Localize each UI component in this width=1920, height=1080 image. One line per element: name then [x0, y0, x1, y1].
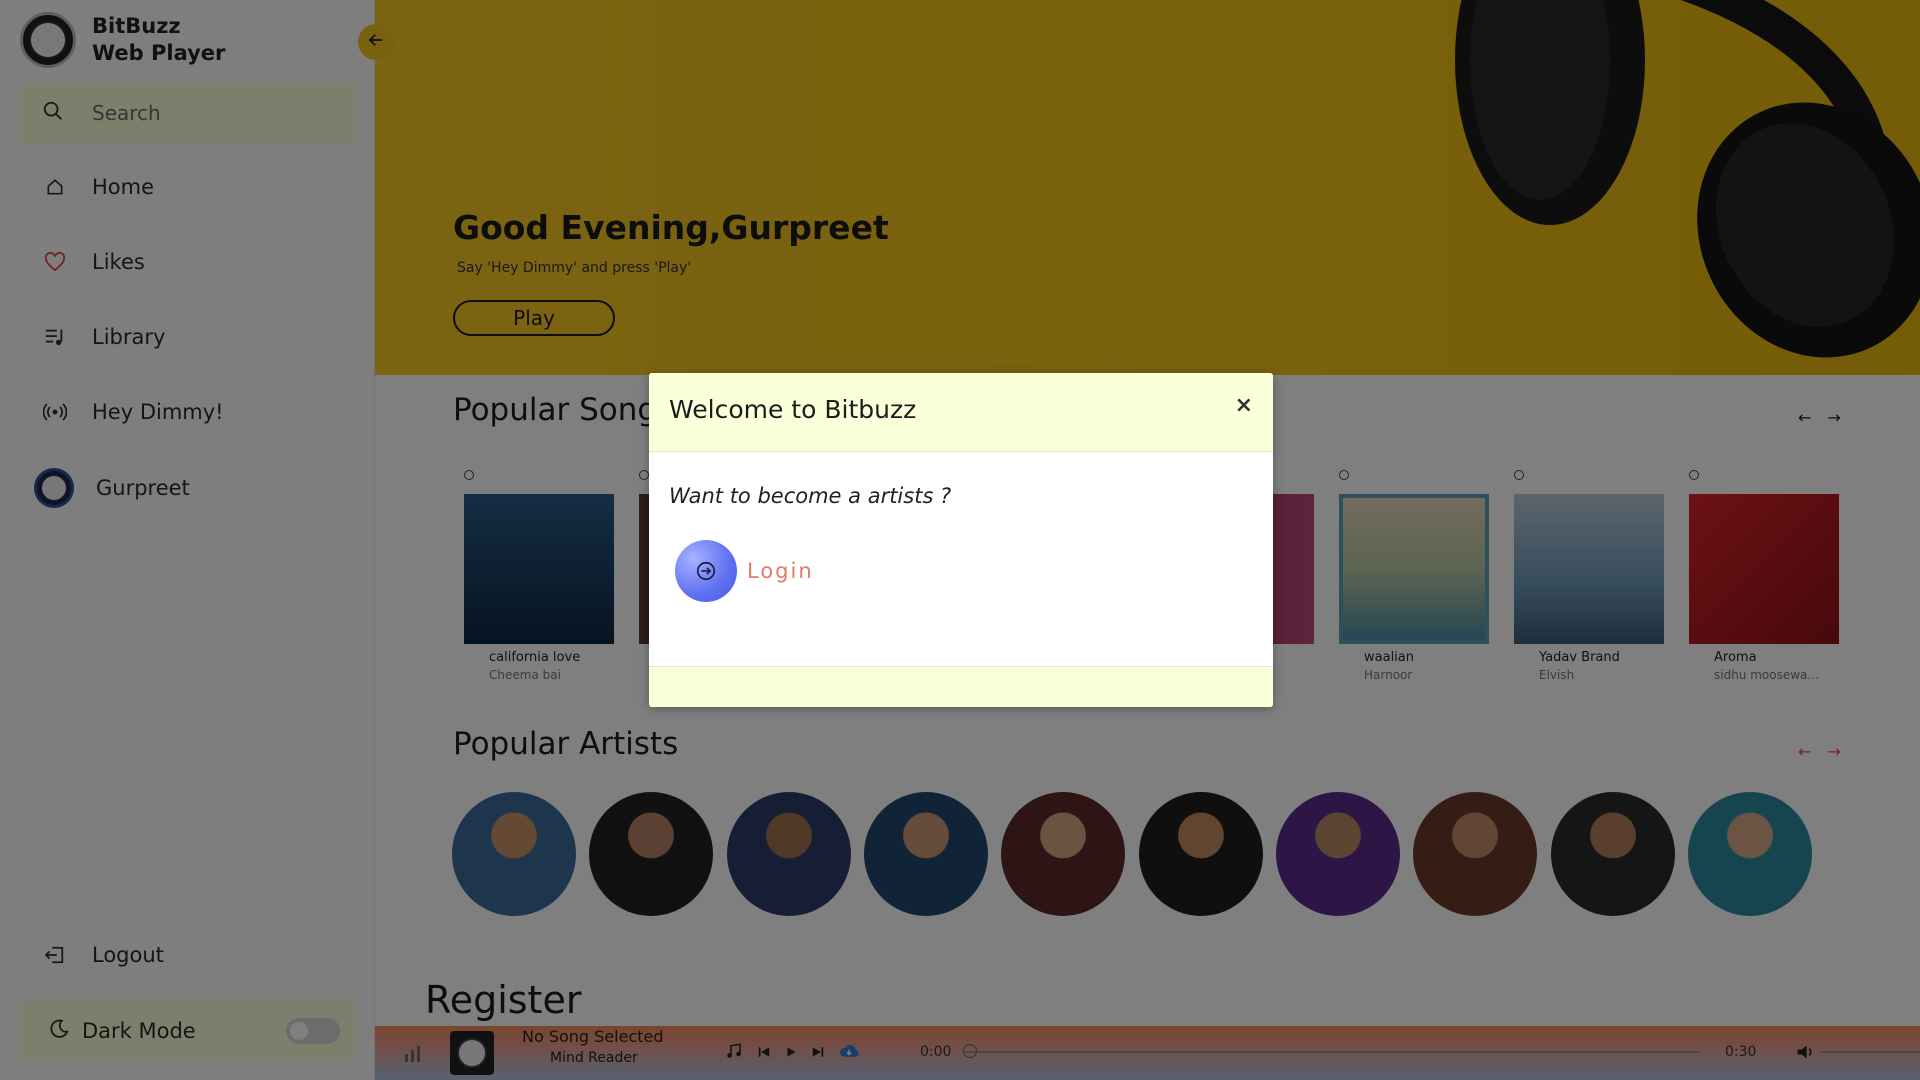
modal-title: Welcome to Bitbuzz — [669, 395, 917, 424]
welcome-modal: Welcome to Bitbuzz × Want to become a ar… — [649, 373, 1273, 707]
modal-header: Welcome to Bitbuzz × — [649, 373, 1273, 452]
modal-footer — [649, 666, 1273, 707]
login-arrow-icon — [675, 540, 737, 602]
modal-body: Want to become a artists ? Login — [649, 452, 1273, 668]
modal-question: Want to become a artists ? — [669, 484, 952, 508]
login-label: Login — [747, 559, 814, 583]
login-button[interactable]: Login — [675, 540, 814, 602]
close-icon[interactable]: × — [1235, 393, 1253, 418]
